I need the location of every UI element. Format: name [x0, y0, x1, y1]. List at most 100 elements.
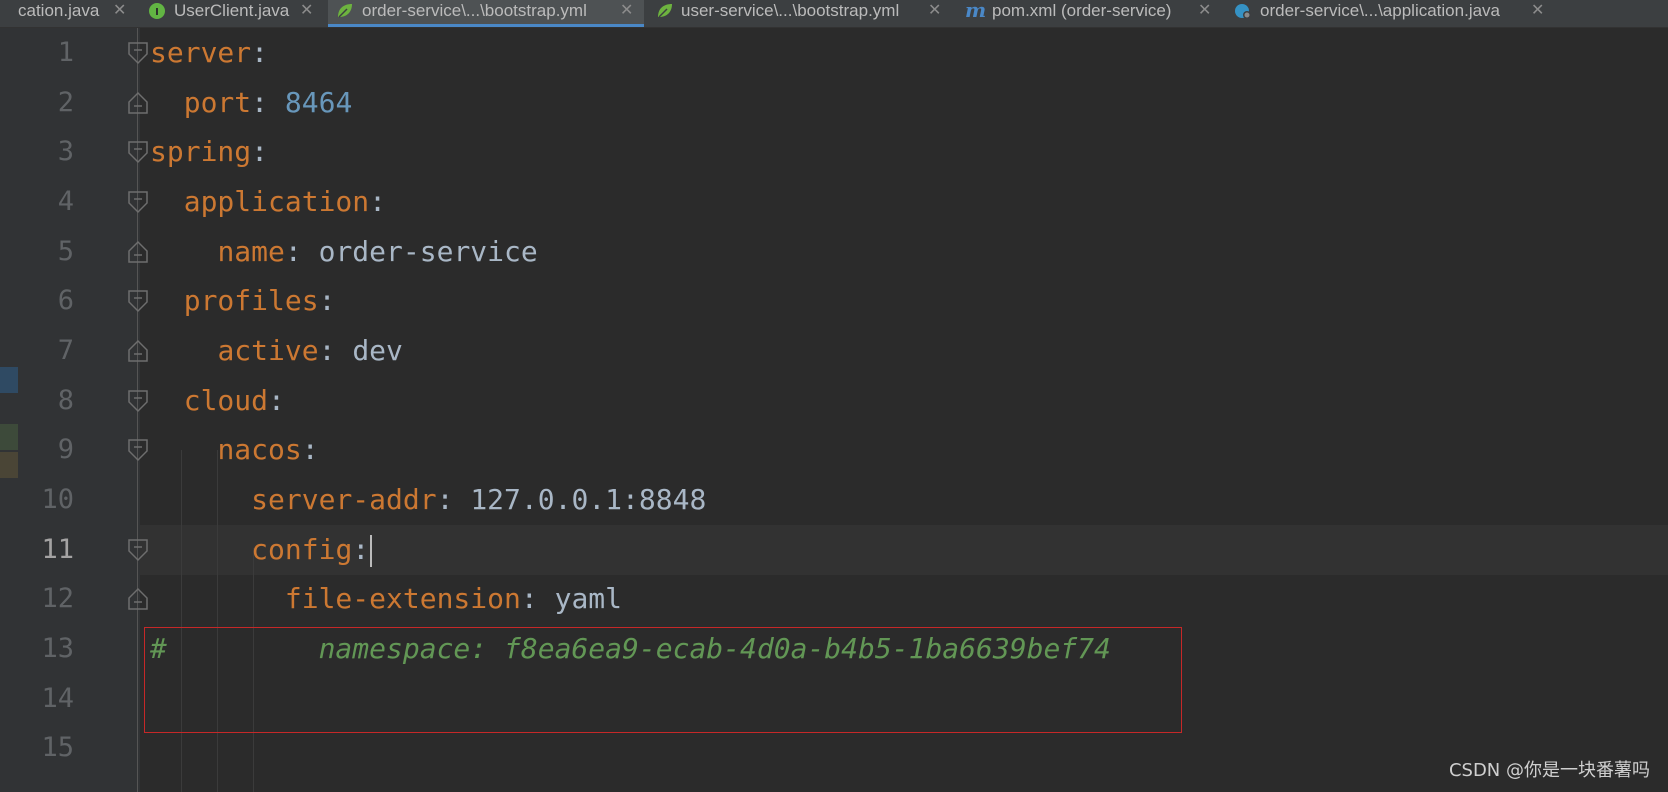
- close-icon[interactable]: ✕: [1531, 0, 1544, 21]
- yaml-colon: :: [369, 185, 387, 218]
- tab-user-service-bootstrap-yml[interactable]: user-service\...\bootstrap.yml ✕: [648, 0, 952, 27]
- tab-order-service-bootstrap-yml[interactable]: order-service\...\bootstrap.yml ✕: [328, 0, 644, 27]
- fold-end-icon[interactable]: [127, 91, 149, 115]
- yaml-key: file-extension: [284, 582, 521, 615]
- line-number: 2: [57, 87, 74, 118]
- class-icon: [1235, 4, 1251, 19]
- yaml-value: yaml: [554, 582, 623, 615]
- yaml-colon: :: [268, 384, 285, 417]
- yaml-key: name: [217, 235, 285, 268]
- yaml-colon: :: [251, 86, 285, 119]
- yaml-key: spring: [150, 135, 252, 168]
- yaml-key: server-addr: [251, 483, 437, 516]
- tab-application-java[interactable]: cation.java ✕: [0, 0, 135, 27]
- fold-open-icon[interactable]: [127, 438, 149, 462]
- svg-text:I: I: [155, 7, 159, 18]
- line-number: 13: [41, 633, 74, 664]
- yaml-key: port: [183, 86, 252, 119]
- line-number: 10: [41, 484, 74, 515]
- yaml-key: application: [183, 185, 370, 218]
- line-number: 3: [57, 136, 74, 167]
- tab-label: cation.java: [18, 1, 100, 20]
- change-marker: [0, 424, 18, 450]
- yaml-colon: :: [436, 483, 471, 516]
- spring-leaf-icon: [658, 4, 672, 18]
- yaml-value: order-service: [318, 235, 538, 268]
- code-line-3: spring:: [150, 127, 268, 177]
- tab-order-service-application-java[interactable]: order-service\...\application.java ✕: [1226, 0, 1668, 27]
- code-editor[interactable]: 1 2 3 4 5 6 7 8 9 10 11 12 13 14 15 serv…: [0, 28, 1668, 792]
- close-icon[interactable]: ✕: [928, 0, 941, 21]
- line-number: 14: [41, 683, 74, 714]
- annotation-highlight-box: [144, 627, 1182, 733]
- line-number: 6: [57, 285, 74, 316]
- code-line-2: port: 8464: [150, 78, 353, 128]
- tab-label: user-service\...\bootstrap.yml: [681, 1, 900, 20]
- tab-userclient-java[interactable]: I UserClient.java ✕: [140, 0, 323, 27]
- maven-icon: m: [965, 0, 987, 22]
- close-icon[interactable]: ✕: [620, 0, 633, 21]
- bookmark-marker: [0, 367, 18, 393]
- yaml-colon: :: [251, 36, 269, 69]
- tab-pom-xml[interactable]: m pom.xml (order-service) ✕: [956, 0, 1222, 27]
- fold-open-icon[interactable]: [127, 190, 149, 214]
- code-line-4: application:: [150, 177, 386, 227]
- tool-window-strip: [0, 28, 18, 792]
- fold-end-icon[interactable]: [127, 240, 149, 264]
- code-line-8: cloud:: [150, 376, 285, 426]
- yaml-key: server: [150, 36, 252, 69]
- line-number-current: 11: [41, 534, 74, 565]
- close-icon[interactable]: ✕: [300, 0, 313, 21]
- yaml-value: dev: [352, 334, 403, 367]
- line-number: 8: [57, 385, 74, 416]
- yaml-value: 127.0.0.1:8848: [470, 483, 707, 516]
- code-line-5: name: order-service: [150, 227, 538, 277]
- code-line-6: profiles:: [150, 276, 336, 326]
- yaml-colon: :: [301, 433, 319, 466]
- fold-end-icon[interactable]: [127, 587, 149, 611]
- yaml-colon: :: [520, 582, 555, 615]
- line-number: 1: [57, 37, 74, 68]
- yaml-colon: :: [251, 135, 269, 168]
- code-line-1: server:: [150, 28, 268, 78]
- interface-icon: I: [149, 3, 165, 19]
- fold-open-icon[interactable]: [127, 41, 149, 65]
- fold-open-icon[interactable]: [127, 538, 149, 562]
- fold-open-icon[interactable]: [127, 389, 149, 413]
- tab-label: order-service\...\bootstrap.yml: [362, 1, 587, 20]
- fold-open-icon[interactable]: [127, 289, 149, 313]
- close-icon[interactable]: ✕: [113, 0, 126, 21]
- line-number: 7: [57, 335, 74, 366]
- tab-label: order-service\...\application.java: [1260, 1, 1501, 20]
- watermark: CSDN @你是一块番薯吗: [1448, 760, 1650, 781]
- fold-open-icon[interactable]: [127, 140, 149, 164]
- code-line-7: active: dev: [150, 326, 403, 376]
- line-number: 5: [57, 236, 74, 267]
- yaml-key: config: [251, 533, 353, 566]
- close-icon[interactable]: ✕: [1198, 0, 1211, 21]
- yaml-key: active: [217, 334, 319, 367]
- line-number: 4: [57, 186, 74, 217]
- yaml-colon: :: [352, 533, 370, 566]
- spring-leaf-icon: [338, 4, 352, 18]
- line-number: 9: [57, 434, 74, 465]
- fold-end-icon[interactable]: [127, 339, 149, 363]
- yaml-colon: :: [284, 235, 319, 268]
- code-line-10: server-addr: 127.0.0.1:8848: [150, 475, 706, 525]
- code-line-9: nacos:: [150, 425, 319, 475]
- yaml-key: profiles: [183, 284, 319, 317]
- line-number: 15: [41, 732, 74, 763]
- code-line-12: file-extension: yaml: [150, 574, 622, 624]
- tab-label: UserClient.java: [174, 1, 290, 20]
- yaml-key: cloud: [183, 384, 269, 417]
- yaml-value: 8464: [284, 86, 353, 119]
